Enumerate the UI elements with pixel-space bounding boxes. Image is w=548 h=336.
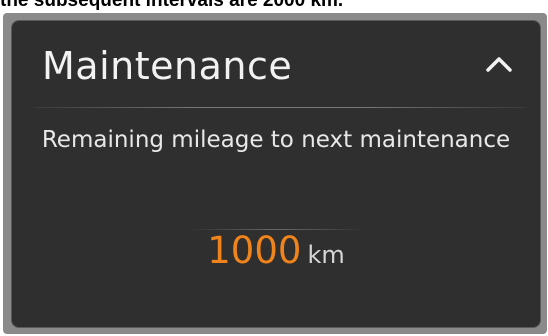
header-divider	[34, 107, 526, 108]
panel-header: Maintenance	[12, 21, 540, 113]
maintenance-panel: Maintenance Remaining mileage to next ma…	[11, 20, 541, 328]
mileage-unit: km	[307, 241, 345, 269]
mileage-value-group: 1000 km	[12, 229, 540, 280]
panel-title: Maintenance	[42, 44, 293, 88]
caption-text: the subsequent intervals are 2000 km.	[0, 0, 344, 11]
mileage-value: 1000	[207, 229, 302, 272]
collapse-button[interactable]	[480, 51, 518, 81]
chevron-up-icon	[484, 54, 514, 78]
remaining-mileage-label: Remaining mileage to next maintenance	[41, 127, 511, 153]
